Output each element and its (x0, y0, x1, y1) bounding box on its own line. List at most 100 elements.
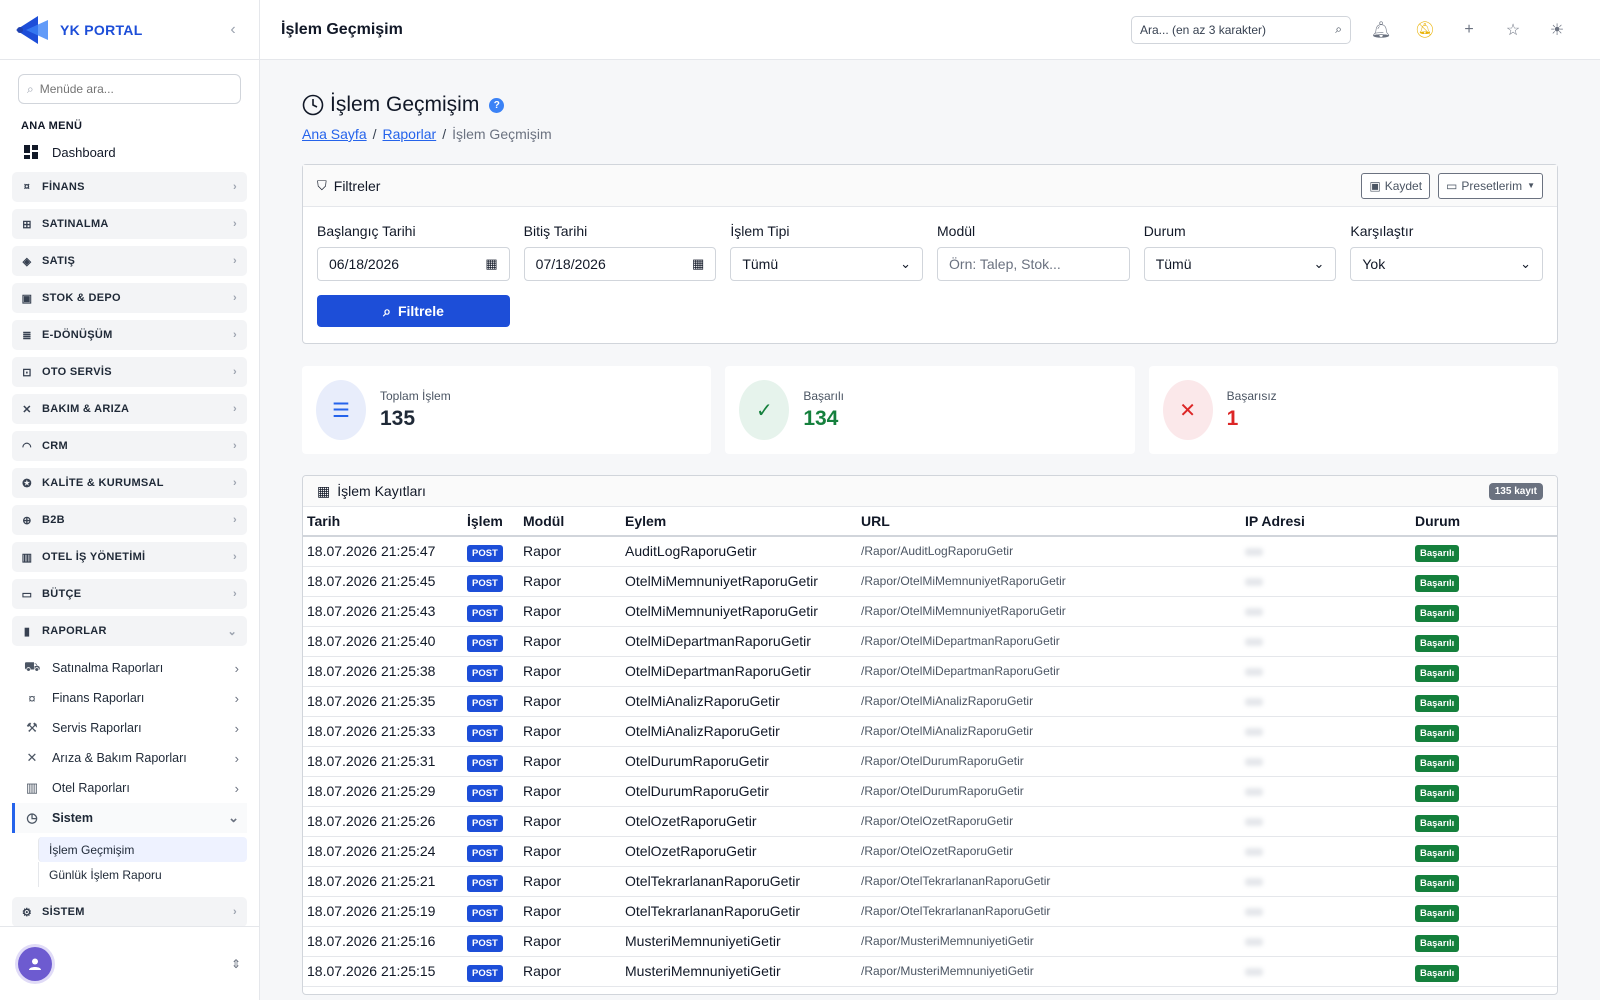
cell-status: Başarılı (1411, 716, 1557, 747)
compare-select[interactable]: Yok ⌄ (1350, 247, 1544, 281)
sidebar-item-dashboard[interactable]: Dashboard (24, 138, 259, 166)
sidebar-item-sistem[interactable]: ◷ Sistem ⌄ (12, 803, 247, 833)
sidebar-report-item-3[interactable]: ✕ Arıza & Bakım Raporları › (12, 743, 247, 773)
col-method[interactable]: İşlem (463, 507, 519, 537)
plus-icon[interactable]: + (1447, 21, 1491, 39)
sidebar-group-8[interactable]: ✪ KALİTE & KURUMSAL › (12, 468, 247, 498)
sidebar-group-5[interactable]: ⊡ OTO SERVİS › (12, 357, 247, 387)
compare-value: Yok (1362, 256, 1386, 272)
sidebar-leaf-islem-gecmisim[interactable]: İşlem Geçmişim (38, 837, 247, 862)
col-module[interactable]: Modül (519, 507, 621, 537)
bell-icon[interactable]: 🔔︎ (1359, 20, 1403, 40)
breadcrumb-current: İşlem Geçmişim (452, 126, 552, 142)
breadcrumb-raporlar[interactable]: Raporlar (383, 126, 437, 142)
cell-status: Başarılı (1411, 926, 1557, 957)
menu-search-input[interactable] (39, 82, 220, 96)
avatar[interactable] (18, 946, 52, 981)
sidebar-group-raporlar[interactable]: ▮ RAPORLAR ⌄ (12, 616, 247, 646)
table-row[interactable]: 18.07.2026 21:25:31 POST Rapor OtelDurumRap… (303, 746, 1557, 777)
breadcrumb-home[interactable]: Ana Sayfa (302, 126, 367, 142)
sidebar-report-item-1[interactable]: ¤ Finans Raporları › (12, 683, 247, 713)
finance-icon: ¤ (28, 690, 36, 706)
save-preset-button[interactable]: ▣ Kaydet (1361, 172, 1431, 199)
sidebar-group-1[interactable]: ⊞ SATINALMA › (12, 209, 247, 239)
sidebar-group-0[interactable]: ¤ FİNANS › (12, 172, 247, 202)
method-badge: POST (467, 965, 503, 982)
topbar-title: İşlem Geçmişim (281, 20, 403, 38)
star-icon[interactable]: ☆ (1491, 20, 1535, 40)
col-url[interactable]: URL (857, 507, 1241, 537)
table-row[interactable]: 18.07.2026 21:25:16 POST Rapor MusteriMemnu… (303, 926, 1557, 957)
method-badge: POST (467, 815, 503, 832)
menu-search[interactable]: ⌕ (18, 74, 241, 104)
calendar-icon[interactable]: ▦ (485, 256, 497, 272)
cell-url: /Rapor/AuditLogRaporuGetir (857, 536, 1241, 567)
sidebar-group-4[interactable]: ≣ E-DÖNÜŞÜM › (12, 320, 247, 350)
redacted-ip (1245, 608, 1263, 616)
expand-icon[interactable]: ⇕ (231, 957, 241, 971)
col-ip[interactable]: IP Adresi (1241, 507, 1411, 537)
status-select[interactable]: Tümü ⌄ (1143, 247, 1337, 281)
sidebar-group-label: RAPORLAR (42, 625, 107, 637)
sidebar-group-sistem[interactable]: ⚙ SİSTEM › (12, 897, 247, 927)
module-input[interactable]: Örn: Talep, Stok... (937, 247, 1130, 281)
col-action[interactable]: Eylem (621, 507, 857, 537)
sidebar-group-6[interactable]: ✕ BAKIM & ARIZA › (12, 394, 247, 424)
sidebar-group-2[interactable]: ◈ SATIŞ › (12, 246, 247, 276)
sidebar-group-11[interactable]: ▭ BÜTÇE › (12, 579, 247, 609)
global-search[interactable]: ⌕ (1131, 15, 1351, 44)
table-row[interactable]: 18.07.2026 21:25:43 POST Rapor OtelMiMemnun… (303, 596, 1557, 627)
tools-icon: ✕ (22, 403, 32, 416)
presets-dropdown-button[interactable]: ▭ Presetlerim ▼ (1438, 172, 1543, 199)
sidebar-report-item-4[interactable]: ▥ Otel Raporları › (12, 773, 247, 803)
table-row[interactable]: 18.07.2026 21:25:33 POST Rapor OtelMiAnaliz… (303, 716, 1557, 747)
table-row[interactable]: 18.07.2026 21:25:21 POST Rapor OtelTekrarla… (303, 866, 1557, 897)
cell-method: POST (463, 836, 519, 867)
collapse-sidebar-icon[interactable]: ‹ (223, 21, 243, 39)
table-row[interactable]: 18.07.2026 21:25:26 POST Rapor OtelOzetRapo… (303, 806, 1557, 837)
col-status[interactable]: Durum (1411, 507, 1557, 537)
sidebar-report-item-2[interactable]: ⚒ Servis Raporları › (12, 713, 247, 743)
clock-icon: ◷ (26, 810, 38, 825)
table-row[interactable]: 18.07.2026 21:25:29 POST Rapor OtelDurumRap… (303, 776, 1557, 807)
sidebar-report-item-0[interactable]: ⛟ Satınalma Raporları › (12, 653, 247, 683)
calendar-icon[interactable]: ▦ (692, 256, 704, 272)
sidebar-leaf-gunluk-islem-raporu[interactable]: Günlük İşlem Raporu (38, 862, 247, 887)
help-icon[interactable]: ? (489, 97, 505, 113)
cell-method: POST (463, 626, 519, 657)
table-row[interactable]: 18.07.2026 21:25:35 POST Rapor OtelMiAnaliz… (303, 686, 1557, 717)
stats-row: ☰ Toplam İşlem 135 ✓ Başarılı 134 ✕ Başa… (302, 366, 1558, 454)
table-row[interactable]: 18.07.2026 21:25:19 POST Rapor OtelTekrarla… (303, 896, 1557, 927)
global-search-input[interactable] (1140, 22, 1320, 37)
table-row[interactable]: 18.07.2026 21:25:45 POST Rapor OtelMiMemnun… (303, 566, 1557, 597)
sidebar-group-10[interactable]: ▥ OTEL İŞ YÖNETİMİ › (12, 542, 247, 572)
type-select[interactable]: Tümü ⌄ (730, 247, 924, 281)
table-row[interactable]: 18.07.2026 21:25:24 POST Rapor OtelOzetRapo… (303, 836, 1557, 867)
table-row[interactable]: 18.07.2026 21:25:47 POST Rapor AuditLogRapo… (303, 536, 1557, 567)
stat-success: ✓ Başarılı 134 (725, 366, 1135, 454)
method-badge: POST (467, 605, 503, 622)
user-menu[interactable]: ⇕ (0, 926, 259, 1000)
sidebar-group-7[interactable]: ◠ CRM › (12, 431, 247, 461)
cell-module: Rapor (519, 776, 621, 807)
cell-date: 18.07.2026 21:25:43 (303, 596, 463, 627)
sidebar-group-9[interactable]: ⊕ B2B › (12, 505, 247, 535)
table-row[interactable]: 18.07.2026 21:25:40 POST Rapor OtelMiDepart… (303, 626, 1557, 657)
start-date-input[interactable]: 06/18/2026 ▦ (317, 247, 510, 281)
status-field: Durum Tümü ⌄ (1143, 223, 1337, 281)
table-row[interactable]: 18.07.2026 21:25:15 POST Rapor MusteriMemnu… (303, 956, 1557, 987)
method-badge: POST (467, 935, 503, 952)
search-icon[interactable]: ⌕ (1335, 22, 1342, 37)
dashboard-icon (24, 145, 38, 159)
sidebar-item-label: Servis Raporları (52, 721, 142, 735)
sidebar-group-3[interactable]: ▣ STOK & DEPO › (12, 283, 247, 313)
record-count-badge: 135 kayıt (1488, 482, 1543, 500)
sidebar-item-label: Satınalma Raporları (52, 661, 164, 675)
end-date-input[interactable]: 07/18/2026 ▦ (523, 247, 717, 281)
filters-title: Filtreler (333, 177, 381, 194)
table-row[interactable]: 18.07.2026 21:25:38 POST Rapor OtelMiDepart… (303, 656, 1557, 687)
bell-off-icon[interactable]: 🔕︎ (1403, 20, 1447, 40)
col-date[interactable]: Tarih (303, 507, 463, 537)
filter-button[interactable]: ⌕ Filtrele (317, 295, 510, 327)
sun-icon[interactable]: ☀ (1535, 20, 1579, 40)
